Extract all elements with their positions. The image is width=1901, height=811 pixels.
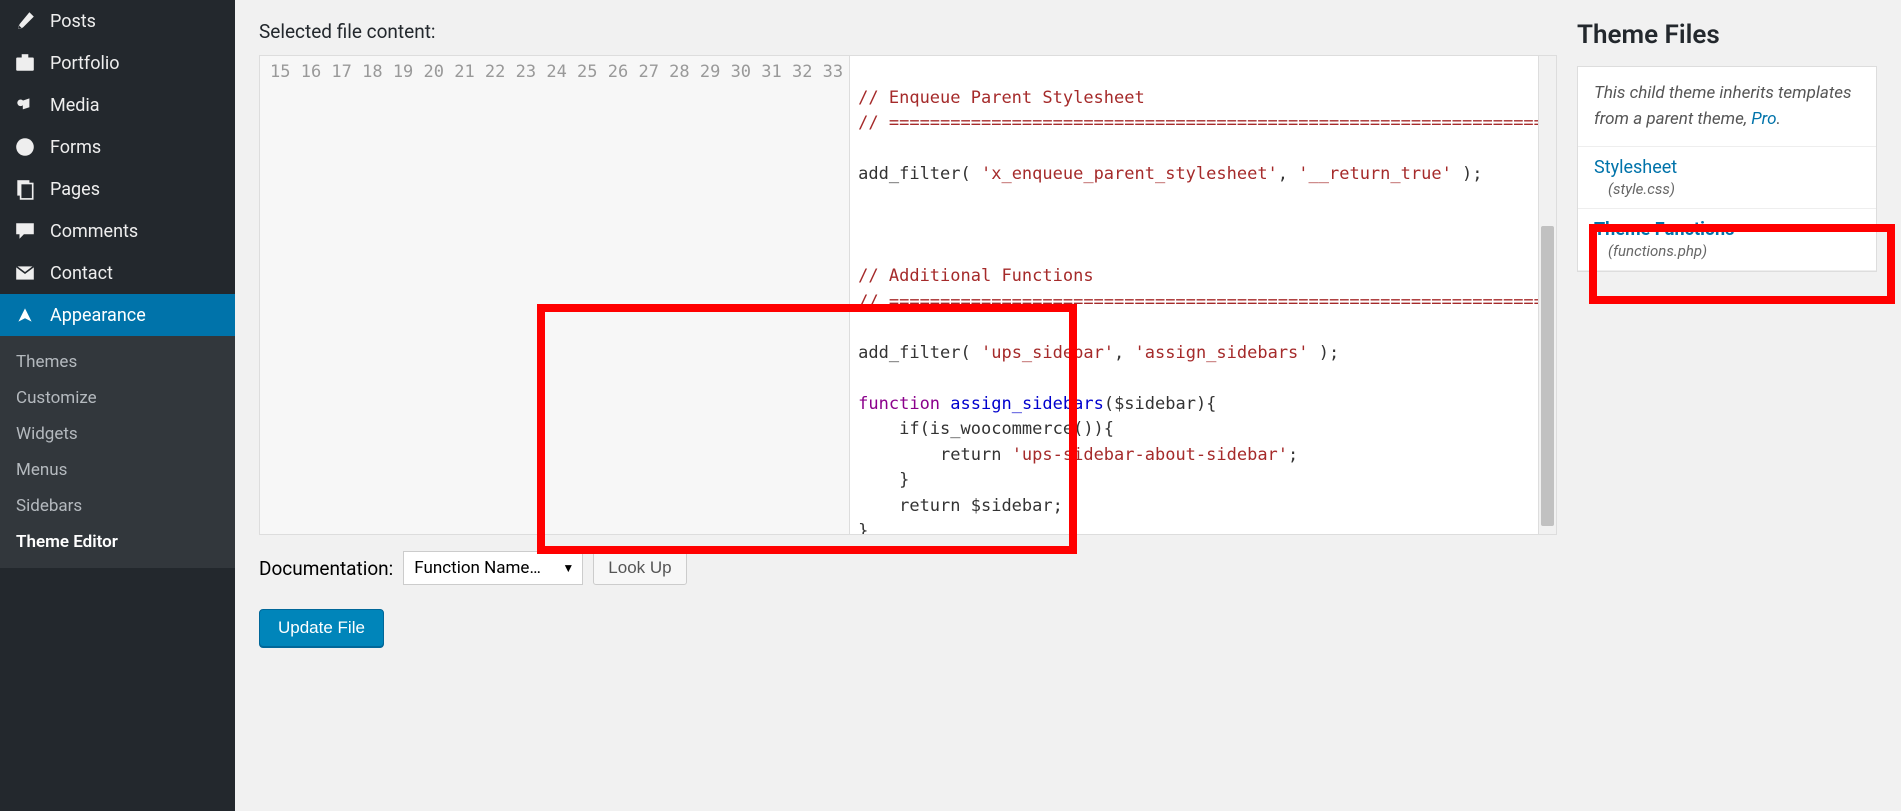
media-icon [12, 94, 38, 116]
admin-sidebar: Posts Portfolio Media Forms Pages Comments Con… [0, 0, 235, 811]
child-theme-note: This child theme inherits templates from… [1578, 67, 1876, 147]
function-name-select[interactable]: Function Name… [403, 551, 583, 585]
submenu-item-sidebars[interactable]: Sidebars [0, 488, 235, 524]
submenu-item-themes[interactable]: Themes [0, 344, 235, 380]
sidebar-item-label: Forms [50, 137, 101, 158]
documentation-label: Documentation: [259, 557, 393, 580]
comments-icon [12, 220, 38, 242]
sidebar-item-posts[interactable]: Posts [0, 0, 235, 42]
sidebar-item-forms[interactable]: Forms [0, 126, 235, 168]
file-name: Stylesheet [1594, 157, 1860, 178]
appearance-icon [12, 304, 38, 326]
sidebar-item-label: Portfolio [50, 53, 119, 74]
forms-icon [12, 136, 38, 158]
submenu-item-customize[interactable]: Customize [0, 380, 235, 416]
file-item-style-css[interactable]: Stylesheet (style.css) [1578, 147, 1876, 209]
sidebar-item-label: Comments [50, 221, 138, 242]
submenu-item-menus[interactable]: Menus [0, 452, 235, 488]
theme-files-heading: Theme Files [1577, 20, 1877, 50]
parent-theme-link[interactable]: Pro [1751, 109, 1776, 129]
pages-icon [12, 178, 38, 200]
code-content[interactable]: // Enqueue Parent Stylesheet // ========… [850, 56, 1556, 534]
sidebar-item-media[interactable]: Media [0, 84, 235, 126]
sidebar-item-portfolio[interactable]: Portfolio [0, 42, 235, 84]
editor-scrollbar[interactable] [1538, 56, 1556, 534]
sidebar-item-label: Posts [50, 11, 96, 32]
submenu-item-theme-editor[interactable]: Theme Editor [0, 524, 235, 560]
sidebar-item-pages[interactable]: Pages [0, 168, 235, 210]
lookup-button[interactable]: Look Up [593, 551, 686, 585]
sidebar-item-appearance[interactable]: Appearance [0, 294, 235, 336]
theme-files-panel: This child theme inherits templates from… [1577, 66, 1877, 272]
submenu-item-widgets[interactable]: Widgets [0, 416, 235, 452]
sidebar-item-comments[interactable]: Comments [0, 210, 235, 252]
scrollbar-thumb[interactable] [1541, 226, 1554, 526]
sidebar-item-label: Pages [50, 179, 100, 200]
posts-icon [12, 10, 38, 32]
update-file-button[interactable]: Update File [259, 609, 384, 647]
main-content: Selected file content: 15 16 17 18 19 20… [235, 0, 1901, 811]
portfolio-icon [12, 52, 38, 74]
sidebar-item-contact[interactable]: Contact [0, 252, 235, 294]
selected-file-label: Selected file content: [259, 20, 1557, 43]
sidebar-item-label: Appearance [50, 305, 146, 326]
sidebar-item-label: Media [50, 95, 100, 116]
file-item-functions-php[interactable]: Theme Functions (functions.php) [1578, 209, 1876, 271]
contact-icon [12, 262, 38, 284]
file-detail: (style.css) [1594, 180, 1860, 198]
file-detail: (functions.php) [1594, 242, 1860, 260]
sidebar-item-label: Contact [50, 263, 113, 284]
file-name: Theme Functions [1594, 219, 1860, 240]
line-number-gutter: 15 16 17 18 19 20 21 22 23 24 25 26 27 2… [260, 56, 850, 534]
code-editor[interactable]: 15 16 17 18 19 20 21 22 23 24 25 26 27 2… [259, 55, 1557, 535]
appearance-submenu: ThemesCustomizeWidgetsMenusSidebarsTheme… [0, 336, 235, 568]
